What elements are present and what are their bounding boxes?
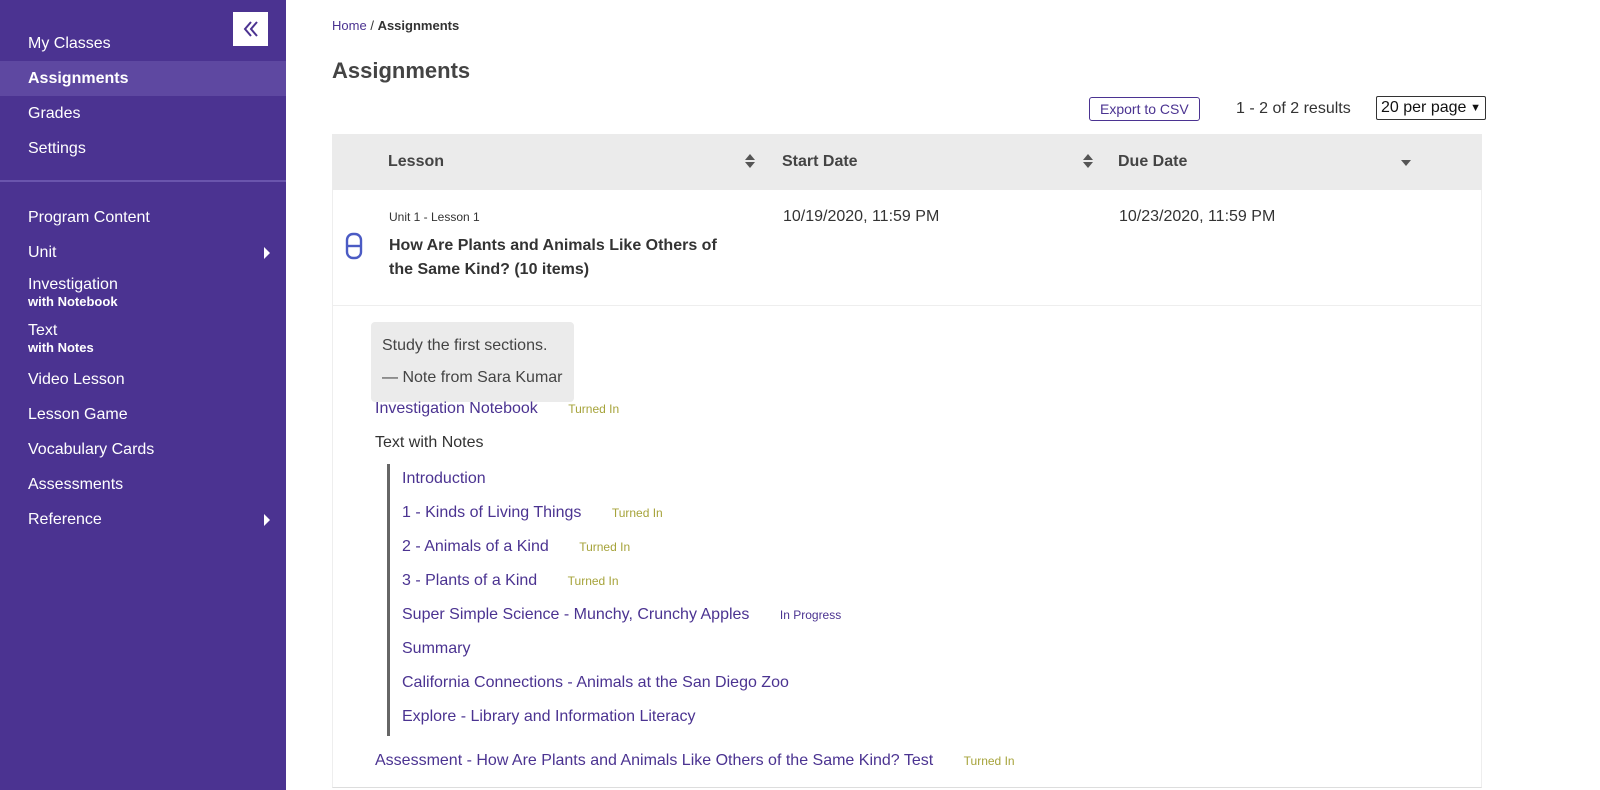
nav-item-grades[interactable]: Grades: [0, 96, 286, 131]
section-link[interactable]: 2 - Animals of a Kind: [402, 538, 549, 555]
investigation-notebook-link[interactable]: Investigation Notebook: [375, 400, 538, 417]
breadcrumb: Home / Assignments: [332, 18, 459, 33]
list-item: 3 - Plants of a Kind Turned In: [402, 572, 619, 590]
column-header-start-date[interactable]: Start Date: [782, 134, 858, 190]
section-link[interactable]: California Connections - Animals at the …: [402, 674, 789, 691]
teacher-note: Study the first sections. — Note from Sa…: [371, 322, 574, 402]
text-sections-list: Introduction 1 - Kinds of Living Things …: [387, 464, 987, 736]
nav-item-label: Unit: [28, 244, 57, 261]
row-due-date: 10/23/2020, 11:59 PM: [1119, 208, 1276, 225]
nav-item-settings[interactable]: Settings: [0, 131, 286, 166]
nav-item-investigation[interactable]: Investigation with Notebook: [0, 270, 286, 316]
column-header-due-date[interactable]: Due Date: [1118, 134, 1187, 190]
sort-both-icon[interactable]: [745, 154, 755, 170]
list-item: 2 - Animals of a Kind Turned In: [402, 538, 630, 556]
list-item: Investigation Notebook Turned In: [375, 400, 619, 418]
nav-divider: [0, 180, 286, 182]
column-header-lesson[interactable]: Lesson: [388, 134, 444, 190]
list-item: California Connections - Animals at the …: [402, 674, 789, 692]
breadcrumb-home-link[interactable]: Home: [332, 18, 367, 33]
nav-item-video-lesson[interactable]: Video Lesson: [0, 362, 286, 397]
nav-item-label: My Classes: [28, 35, 111, 52]
nav-item-unit[interactable]: Unit: [0, 235, 286, 270]
status-badge: Turned In: [611, 506, 663, 520]
list-item: Super Simple Science - Munchy, Crunchy A…: [402, 606, 841, 624]
chevron-down-icon: ▼: [1470, 102, 1481, 114]
nav-item-label: Lesson Game: [28, 406, 128, 423]
status-badge: Turned In: [567, 574, 619, 588]
nav-item-text[interactable]: Text with Notes: [0, 316, 286, 362]
nav-item-label: Grades: [28, 105, 81, 122]
section-link[interactable]: 3 - Plants of a Kind: [402, 572, 537, 589]
nav-item-label: Settings: [28, 140, 86, 157]
text-with-notes-heading: Text with Notes: [375, 434, 484, 451]
nav-item-label: Assessments: [28, 476, 124, 493]
nav-item-label: Vocabulary Cards: [28, 441, 155, 458]
program-nav: Program Content Unit Investigation with N…: [0, 200, 286, 537]
main-content: Home / Assignments Assignments Export to…: [286, 0, 1600, 790]
row-details: Study the first sections. — Note from Sa…: [332, 306, 1482, 788]
nav-item-label: Reference: [28, 511, 102, 528]
page-title: Assignments: [332, 58, 471, 83]
nav-item-sublabel: with Notes: [28, 340, 94, 355]
section-link[interactable]: Summary: [402, 640, 470, 657]
note-author: — Note from Sara Kumar: [382, 369, 563, 386]
per-page-value: 20 per page: [1381, 99, 1467, 116]
nav-item-label: Investigation: [28, 276, 118, 293]
section-link[interactable]: Explore - Library and Information Litera…: [402, 708, 695, 725]
nav-item-my-classes[interactable]: My Classes: [0, 26, 286, 61]
section-link[interactable]: 1 - Kinds of Living Things: [402, 504, 581, 521]
nav-item-label: Assignments: [28, 70, 129, 87]
list-item: 1 - Kinds of Living Things Turned In: [402, 504, 663, 522]
sort-descending-icon[interactable]: [1401, 154, 1411, 170]
status-badge: In Progress: [779, 608, 842, 622]
caret-right-icon: [264, 246, 270, 259]
row-start-date: 10/19/2020, 11:59 PM: [783, 208, 940, 225]
list-item: Assessment - How Are Plants and Animals …: [375, 752, 1015, 770]
nav-item-sublabel: with Notebook: [28, 294, 118, 309]
sort-both-icon[interactable]: [1083, 154, 1093, 170]
nav-item-assignments[interactable]: Assignments: [0, 61, 286, 96]
nav-item-reference[interactable]: Reference: [0, 502, 286, 537]
table-header: Lesson Start Date Due Date: [332, 134, 1482, 190]
assignments-table: Lesson Start Date Due Date Unit 1 - Less…: [332, 134, 1482, 788]
nav-item-vocabulary-cards[interactable]: Vocabulary Cards: [0, 432, 286, 467]
table-row: Unit 1 - Lesson 1 How Are Plants and Ani…: [332, 190, 1482, 306]
list-item: Introduction: [402, 470, 486, 488]
note-text: Study the first sections.: [382, 337, 548, 354]
caret-right-icon: [264, 513, 270, 526]
status-badge: Turned In: [963, 754, 1015, 768]
table-toolbar: Export to CSV 1 - 2 of 2 results 20 per …: [332, 96, 1486, 122]
list-item: Summary: [402, 640, 470, 658]
nav-item-program-content[interactable]: Program Content: [0, 200, 286, 235]
results-count: 1 - 2 of 2 results: [1236, 100, 1351, 117]
sidebar: My Classes Assignments Grades Settings P…: [0, 0, 286, 790]
per-page-select[interactable]: 20 per page ▼: [1376, 96, 1486, 120]
status-badge: Turned In: [579, 540, 631, 554]
breadcrumb-separator: /: [370, 18, 374, 33]
nav-item-label: Program Content: [28, 209, 150, 226]
nav-item-assessments[interactable]: Assessments: [0, 467, 286, 502]
row-lesson-title: How Are Plants and Animals Like Others o…: [389, 237, 717, 278]
collapse-row-icon[interactable]: [345, 232, 363, 260]
section-link[interactable]: Introduction: [402, 470, 486, 487]
assessment-link[interactable]: Assessment - How Are Plants and Animals …: [375, 752, 933, 769]
nav-item-label: Video Lesson: [28, 371, 125, 388]
breadcrumb-current: Assignments: [377, 18, 460, 33]
nav-item-label: Text: [28, 322, 58, 339]
nav-item-lesson-game[interactable]: Lesson Game: [0, 397, 286, 432]
row-unit-label: Unit 1 - Lesson 1: [389, 210, 480, 224]
export-csv-button[interactable]: Export to CSV: [1089, 97, 1200, 121]
section-link[interactable]: Super Simple Science - Munchy, Crunchy A…: [402, 606, 749, 623]
status-badge: Turned In: [568, 402, 620, 416]
list-item: Explore - Library and Information Litera…: [402, 708, 695, 726]
